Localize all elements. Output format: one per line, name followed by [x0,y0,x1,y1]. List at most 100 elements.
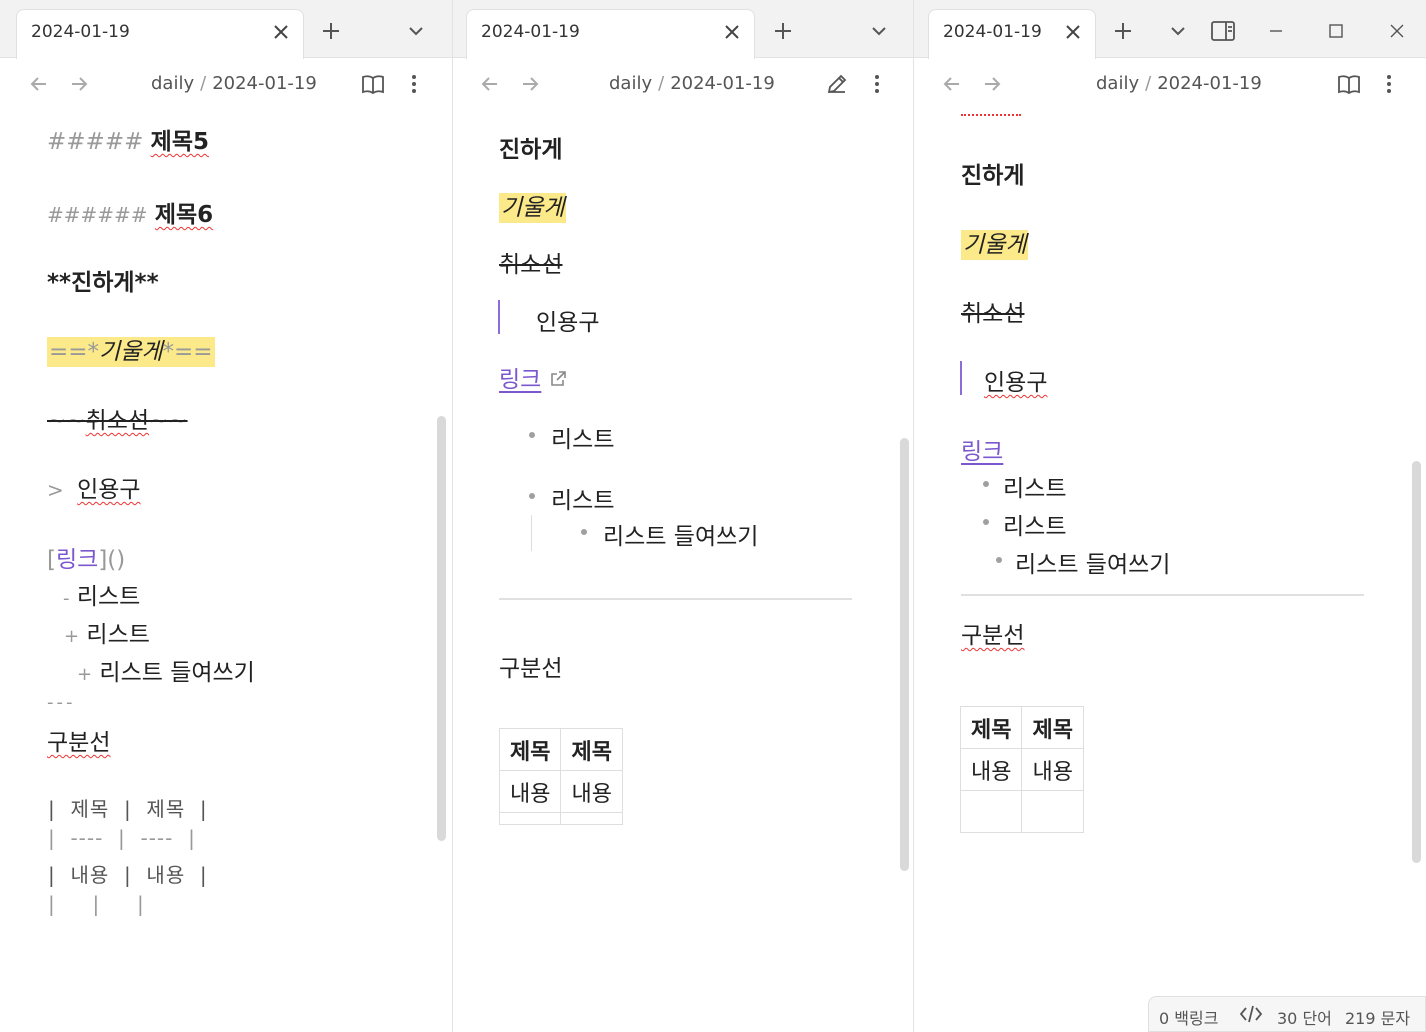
list-text: 리스트 들여쓰기 [99,660,255,686]
table-cell-empty[interactable] [1021,790,1084,833]
table-cell-empty[interactable] [560,812,623,825]
chevron-down-icon[interactable] [403,18,429,44]
tab-bar: 2024-01-19 [914,0,1426,59]
window-close-icon[interactable] [1384,18,1410,44]
close-icon[interactable] [722,22,742,42]
list-bullet [983,481,989,487]
internal-link[interactable]: 링크 [961,432,1003,466]
link-close-marks: ]() [98,547,126,573]
highlight-line: 기울게 [499,188,567,223]
editor-pane-source: 2024-01-19 daily/2024-01-19 ##### 제목5 ##… [0,0,452,1032]
forward-arrow-icon[interactable] [980,72,1004,96]
link-text[interactable]: 링크 [56,547,98,573]
table-cell[interactable]: 내용 [560,770,623,813]
forward-arrow-icon[interactable] [518,72,542,96]
quote-line: > 인용구 [47,470,141,504]
new-tab-icon[interactable] [318,18,344,44]
breadcrumb-separator: / [658,73,665,94]
table-source-row: | 제목 | 제목 | [48,797,208,821]
maximize-icon[interactable] [1323,18,1349,44]
breadcrumb-separator: / [1145,73,1152,94]
new-tab-icon[interactable] [1110,18,1136,44]
list-item: 리스트 [551,488,615,514]
horizontal-rule [961,594,1364,596]
table-cell[interactable]: 내용 [498,770,562,813]
table-cell-empty[interactable] [498,812,562,825]
scrollbar[interactable] [1412,461,1421,863]
table: 제목 제목 내용 내용 [959,706,1084,833]
highlight-line: 기울게 [961,225,1029,260]
link-line: 링크 [499,360,567,394]
highlight-close-marks: *== [162,339,213,365]
breadcrumb-folder[interactable]: daily [151,73,194,94]
table-header-cell[interactable]: 제목 [1021,706,1084,749]
list-text: 리스트 [76,584,141,610]
back-arrow-icon[interactable] [478,72,502,96]
table-cell[interactable]: 내용 [959,748,1023,791]
status-bar: 0 백링크 30 단어 219 문자 [1148,996,1426,1032]
external-link-icon[interactable] [549,368,567,394]
back-arrow-icon[interactable] [940,72,964,96]
breadcrumb: daily /2024-01-19 [609,73,775,94]
reading-view-book-icon[interactable] [1337,72,1361,96]
breadcrumb-folder[interactable]: daily [1096,73,1139,94]
strike-line: ~~취소선~~ [47,401,188,435]
list-item: 리스트 [1003,514,1067,540]
close-icon[interactable] [1063,22,1083,42]
tab-2024-01-19[interactable]: 2024-01-19 [466,9,755,59]
table-header-cell[interactable]: 제목 [498,728,562,771]
list-item: 리스트 [1003,476,1067,502]
forward-arrow-icon[interactable] [67,72,91,96]
table-header-cell[interactable]: 제목 [959,706,1023,749]
list-item-nested: 리스트 들여쓰기 [603,524,759,550]
italic-highlight-text: 기울게 [499,193,567,223]
table-source-row: | | | [48,892,145,916]
list-line-3: + 리스트 들여쓰기 [77,653,255,687]
toggle-sidebar-icon[interactable] [1210,18,1236,44]
tab-2024-01-19[interactable]: 2024-01-19 [16,9,304,59]
breadcrumb-file[interactable]: 2024-01-19 [212,73,317,94]
breadcrumb-separator: / [200,73,207,94]
highlight-block: ==*기울게*== [47,337,215,367]
table-header-cell[interactable]: 제목 [560,728,623,771]
list-text: 리스트 [86,622,150,648]
editor-pane-live-preview: 2024-01-19 daily/2024-01-19 진하게 기울게 취소선 … [913,0,1426,1032]
list-bullet [529,432,535,438]
back-arrow-icon[interactable] [27,72,51,96]
list-bullet [996,557,1002,563]
minimize-icon[interactable] [1263,18,1289,44]
reading-view-book-icon[interactable] [361,72,385,96]
blockquote-bar [960,361,962,395]
tab-2024-01-19[interactable]: 2024-01-19 [928,9,1096,59]
more-options-icon[interactable] [402,72,426,96]
link-line: [링크]() [47,540,125,574]
close-icon[interactable] [271,22,291,42]
chevron-down-icon[interactable] [1165,18,1191,44]
table-cell[interactable]: 내용 [1021,748,1084,791]
bold-open-marks: ** [47,270,72,296]
more-options-icon[interactable] [1377,72,1401,96]
more-options-icon[interactable] [865,72,889,96]
edit-pencil-icon[interactable] [825,72,849,96]
quote-mark: > [47,478,64,502]
table-source-row: | ---- | ---- | [48,826,196,850]
tab-title: 2024-01-19 [31,22,130,42]
backlinks-count[interactable]: 0 백링크 [1159,1005,1218,1029]
scrollbar[interactable] [900,438,909,871]
breadcrumb-folder[interactable]: daily [609,73,652,94]
scrollbar[interactable] [437,416,446,841]
list-line-1: - 리스트 [63,577,140,611]
highlight-text: 기울게 [99,339,163,365]
heading5-line: ##### 제목5 [47,122,209,156]
editor-pane-reading: 2024-01-19 daily/2024-01-19 진하게 기울게 취소선 … [452,0,913,1032]
external-link[interactable]: 링크 [499,367,541,393]
strike-open-marks: ~~ [47,408,86,434]
nav-bar: daily /2024-01-19 [914,59,1426,111]
spellcheck-mark [961,110,1021,116]
breadcrumb-file[interactable]: 2024-01-19 [670,73,775,94]
breadcrumb-file[interactable]: 2024-01-19 [1157,73,1262,94]
chevron-down-icon[interactable] [866,18,892,44]
table-cell-empty[interactable] [959,790,1023,833]
new-tab-icon[interactable] [770,18,796,44]
code-icon[interactable] [1239,1003,1263,1029]
